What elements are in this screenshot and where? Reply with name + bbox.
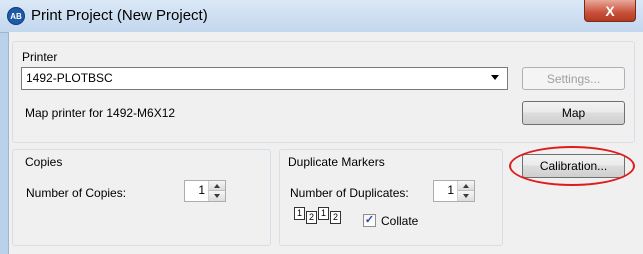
collate-pages-icon: 1 2 1 2 xyxy=(294,207,341,224)
printer-select[interactable]: 1492-PLOTBSC xyxy=(21,67,508,90)
printer-group-label: Printer xyxy=(22,50,58,64)
copies-group-label: Copies xyxy=(25,155,63,169)
printer-group xyxy=(12,41,635,143)
collate-page: 1 xyxy=(318,207,329,220)
number-of-duplicates-label: Number of Duplicates: xyxy=(290,186,409,200)
close-button[interactable]: X xyxy=(584,0,636,22)
arrow-up-icon xyxy=(463,183,469,188)
chevron-down-icon xyxy=(491,75,499,80)
collate-checkbox[interactable]: ✓ xyxy=(363,214,376,227)
highlight-ellipse xyxy=(509,146,635,186)
collate-page: 1 xyxy=(294,207,305,220)
duplicates-value: 1 xyxy=(447,183,454,197)
copies-decrement-button[interactable] xyxy=(209,191,225,201)
printer-select-value: 1492-PLOTBSC xyxy=(26,71,113,85)
copies-value: 1 xyxy=(198,183,205,197)
title-bar: AB Print Project (New Project) X xyxy=(0,0,643,33)
duplicates-increment-button[interactable] xyxy=(458,181,474,191)
duplicates-stepper[interactable]: 1 xyxy=(433,180,475,202)
duplicates-group-label: Duplicate Markers xyxy=(288,155,385,169)
number-of-copies-label: Number of Copies: xyxy=(26,186,127,200)
map-printer-text: Map printer for 1492-M6X12 xyxy=(25,106,176,120)
settings-button[interactable]: Settings... xyxy=(522,67,625,90)
arrow-down-icon xyxy=(214,194,220,198)
copies-increment-button[interactable] xyxy=(209,181,225,191)
app-logo-icon: AB xyxy=(7,7,25,25)
collate-page: 2 xyxy=(306,211,317,224)
collate-page: 2 xyxy=(330,211,341,224)
arrow-up-icon xyxy=(214,183,220,188)
collate-label[interactable]: Collate xyxy=(381,214,418,228)
copies-stepper[interactable]: 1 xyxy=(184,180,226,202)
map-button[interactable]: Map xyxy=(522,101,625,125)
window-title: Print Project (New Project) xyxy=(31,7,208,24)
duplicates-decrement-button[interactable] xyxy=(458,191,474,201)
checkmark-icon: ✓ xyxy=(364,214,375,226)
dialog-body: Printer 1492-PLOTBSC Settings... Map pri… xyxy=(8,32,643,254)
arrow-down-icon xyxy=(463,194,469,198)
